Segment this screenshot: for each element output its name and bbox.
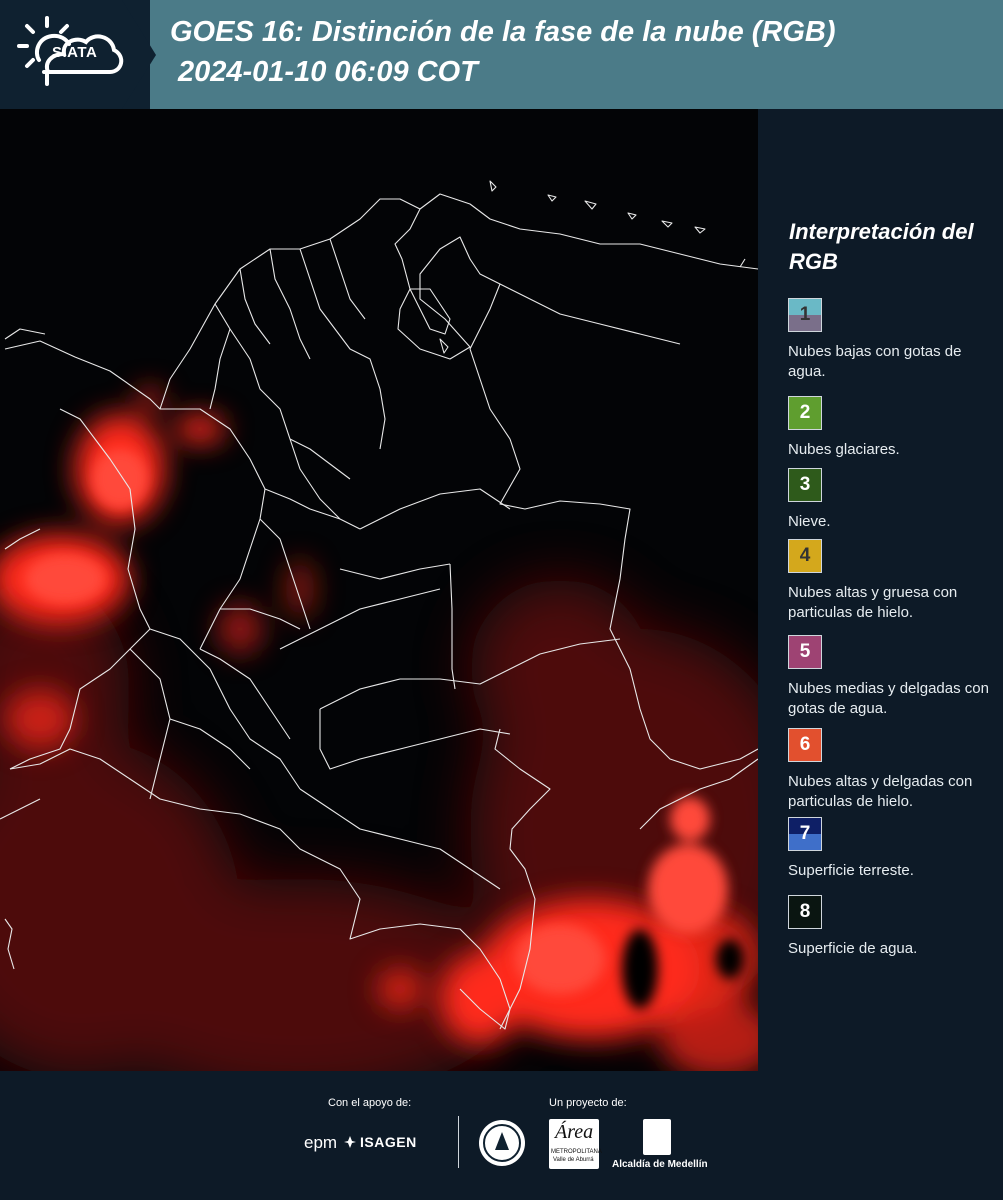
legend-number: 2: [799, 402, 811, 423]
legend-swatch: 2: [788, 396, 822, 430]
map-canvas: [0, 109, 758, 1071]
legend-label: Nubes glaciares.: [788, 441, 900, 458]
isagen-logo: ISAGEN: [360, 1134, 417, 1150]
area-metropolitana-logo: Área METROPOLITANA Valle de Aburrá: [549, 1119, 602, 1169]
logo-text: SIATA: [52, 44, 98, 61]
header: SIATA GOES 16: Distinción de la fase de …: [0, 0, 1003, 109]
legend-panel: Interpretación del RGB 1 Nubes bajas con …: [762, 109, 1003, 1071]
legend-label: Nubes altas y delgadas con particulas de…: [788, 773, 973, 810]
legend-item: 2 Nubes glaciares.: [788, 396, 998, 460]
legend-swatch: 6: [788, 728, 822, 762]
area-sub2: Valle de Aburrá: [553, 1157, 594, 1163]
legend-swatch: 1: [788, 298, 822, 332]
legend-swatch: 8: [788, 895, 822, 929]
legend-swatch: 3: [788, 468, 822, 502]
project-caption: Un proyecto de:: [549, 1097, 627, 1109]
legend-item: 3 Nieve.: [788, 468, 998, 532]
footer: Con el apoyo de: Un proyecto de: epm ISA…: [0, 1071, 1003, 1200]
legend-item: 5 Nubes medias y delgadas con gotas de ag…: [788, 635, 998, 719]
timestamp: 2024-01-10 06:09 COT: [178, 56, 478, 88]
legend-label: Superficie de agua.: [788, 940, 918, 957]
legend-item: 4 Nubes altas y gruesa con particulas de …: [788, 539, 998, 623]
legend-swatch: 7: [788, 817, 822, 851]
legend-number: 1: [799, 304, 811, 325]
legend-number: 5: [799, 641, 811, 662]
legend-swatch: 4: [788, 539, 822, 573]
alcaldia-shield-icon: [643, 1119, 671, 1155]
legend-label: Superficie terreste.: [788, 862, 914, 879]
legend-number: 4: [799, 545, 811, 566]
area-sub: METROPOLITANA: [551, 1149, 602, 1155]
seal-icon: [479, 1120, 525, 1166]
area-name: Área: [555, 1121, 594, 1143]
isagen-mark-icon: [344, 1136, 356, 1148]
support-caption: Con el apoyo de:: [328, 1097, 412, 1109]
legend-item: 1 Nubes bajas con gotas de agua.: [788, 298, 998, 382]
legend-number: 8: [799, 901, 811, 922]
legend-number: 7: [799, 823, 811, 844]
footer-divider: [458, 1116, 459, 1168]
legend-label: Nubes bajas con gotas de agua.: [788, 343, 962, 380]
legend-item: 6 Nubes altas y delgadas con particulas d…: [788, 728, 998, 812]
alcaldia-logo: Alcaldía de Medellín: [612, 1159, 708, 1170]
epm-logo: epm: [304, 1133, 338, 1152]
legend-number: 6: [799, 734, 811, 755]
legend-item: 7 Superficie terreste.: [788, 817, 998, 881]
legend-item: 8 Superficie de agua.: [788, 895, 998, 959]
page-title: GOES 16: Distinción de la fase de la nub…: [170, 16, 836, 48]
satellite-map[interactable]: [0, 109, 758, 1071]
legend-label: Nubes medias y delgadas con gotas de agu…: [788, 680, 989, 717]
legend-label: Nieve.: [788, 513, 831, 530]
legend-swatch: 5: [788, 635, 822, 669]
legend-title: Interpretación del RGB: [789, 219, 974, 274]
legend-label: Nubes altas y gruesa con particulas de h…: [788, 584, 958, 621]
legend-number: 3: [799, 474, 811, 495]
